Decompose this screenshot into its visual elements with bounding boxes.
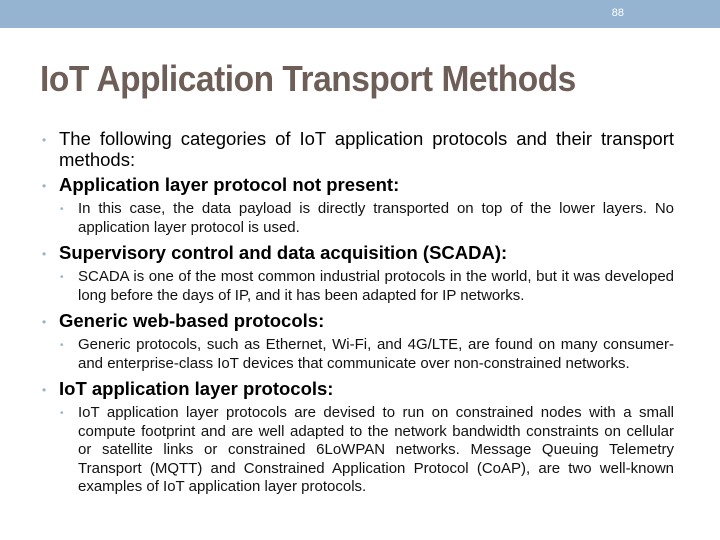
sub-bullet-text: IoT application layer protocols are devi… [78,404,674,495]
sub-bullet-icon: • [60,408,64,419]
bullet-heading: Supervisory control and data acquisition… [59,242,508,263]
bullet-no-app-layer: • Application layer protocol not present… [42,174,674,195]
bullet-heading: Application layer protocol not present: [59,174,400,195]
sub-bullet-icon: • [60,204,64,215]
sub-bullet-no-app-layer: • In this case, the data payload is dire… [42,200,674,237]
bullet-icon: • [42,383,47,397]
sub-bullet-text: SCADA is one of the most common industri… [78,268,674,304]
slide-number: 88 [611,7,624,19]
sub-bullet-generic-web: • Generic protocols, such as Ethernet, W… [42,336,674,373]
bullet-icon: • [42,315,47,329]
bullet-icon: • [42,133,47,147]
bullet-text: The following categories of IoT applicat… [59,128,674,170]
bullet-iot-app-layer: • IoT application layer protocols: [42,378,674,399]
sub-bullet-iot-app-layer: • IoT application layer protocols are de… [42,404,674,497]
sub-bullet-text: In this case, the data payload is direct… [78,200,674,236]
bullet-icon: • [42,179,47,193]
sub-bullet-scada: • SCADA is one of the most common indust… [42,268,674,305]
bullet-heading: Generic web-based protocols: [59,310,325,331]
slide-title: IoT Application Transport Methods [40,58,576,99]
slide-body: • The following categories of IoT applic… [42,128,674,497]
bullet-scada: • Supervisory control and data acquisiti… [42,242,674,263]
bullet-intro: • The following categories of IoT applic… [42,128,674,170]
sub-bullet-text: Generic protocols, such as Ethernet, Wi-… [78,336,674,372]
bullet-icon: • [42,247,47,261]
sub-bullet-icon: • [60,272,64,283]
sub-bullet-icon: • [60,340,64,351]
bullet-heading: IoT application layer protocols: [59,378,334,399]
header-bar: 88 [0,0,720,28]
bullet-generic-web: • Generic web-based protocols: [42,310,674,331]
